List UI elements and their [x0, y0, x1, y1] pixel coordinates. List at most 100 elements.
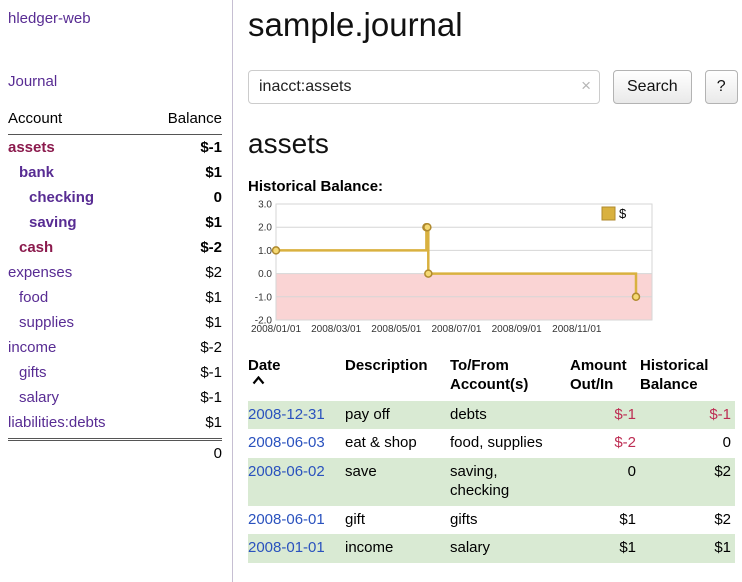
register-row: 2008-01-01 income salary $1 $1	[248, 534, 735, 563]
svg-text:2008/11/01: 2008/11/01	[552, 324, 602, 335]
page-title: sample.journal	[248, 6, 740, 44]
account-balance: $-1	[200, 389, 222, 406]
transaction-description: eat & shop	[345, 429, 450, 458]
account-row: income $-2	[8, 335, 222, 360]
sidebar-account-checking[interactable]: checking	[29, 189, 94, 206]
search-input-wrapper: ×	[248, 70, 600, 104]
account-row: assets $-1	[8, 135, 222, 160]
account-balance: $-2	[200, 339, 222, 356]
historical-column-header: Historical Balance	[640, 355, 735, 401]
register-table: Date Description To/From Account(s) Amou…	[248, 355, 735, 563]
transaction-balance: $-1	[640, 401, 735, 430]
account-heading: assets	[248, 128, 740, 160]
sidebar-account-food[interactable]: food	[19, 289, 48, 306]
register-header-row: Date Description To/From Account(s) Amou…	[248, 355, 735, 401]
help-button[interactable]: ?	[705, 70, 738, 104]
app-title-link[interactable]: hledger-web	[8, 10, 222, 27]
sidebar-account-saving[interactable]: saving	[29, 214, 77, 231]
transaction-date-link[interactable]: 2008-06-01	[248, 511, 325, 528]
description-column-header: Description	[345, 355, 450, 401]
transaction-description: income	[345, 534, 450, 563]
account-row: saving $1	[8, 210, 222, 235]
transaction-accounts: saving, checking	[450, 458, 570, 506]
transaction-accounts: salary	[450, 534, 570, 563]
account-balance: $1	[205, 289, 222, 306]
transaction-amount: $1	[570, 506, 640, 535]
sidebar-account-income[interactable]: income	[8, 339, 56, 356]
sidebar-account-supplies[interactable]: supplies	[19, 314, 74, 331]
transaction-amount: $1	[570, 534, 640, 563]
account-row: checking 0	[8, 185, 222, 210]
account-balance: $2	[205, 264, 222, 281]
sidebar-account-liabilities-debts[interactable]: liabilities:debts	[8, 414, 106, 431]
chart-title: Historical Balance:	[248, 178, 740, 195]
transaction-description: pay off	[345, 401, 450, 430]
svg-text:2.0: 2.0	[258, 223, 272, 234]
register-row: 2008-12-31 pay off debts $-1 $-1	[248, 401, 735, 430]
sidebar-account-bank[interactable]: bank	[19, 164, 54, 181]
svg-text:2008/05/01: 2008/05/01	[371, 324, 421, 335]
transaction-date-link[interactable]: 2008-06-02	[248, 463, 325, 480]
svg-text:$: $	[619, 206, 627, 221]
total-row: 0	[8, 438, 222, 462]
accounts-panel: Account Balance assets $-1 bank $1 check…	[8, 110, 222, 462]
register-row: 2008-06-01 gift gifts $1 $2	[248, 506, 735, 535]
transaction-accounts: food, supplies	[450, 429, 570, 458]
transaction-date-link[interactable]: 2008-01-01	[248, 539, 325, 556]
sidebar-account-assets[interactable]: assets	[8, 139, 55, 156]
account-balance: $-1	[200, 364, 222, 381]
transaction-amount: $-1	[570, 401, 640, 430]
transaction-accounts: gifts	[450, 506, 570, 535]
balance-column-header: Balance	[168, 110, 222, 127]
tofrom-column-header: To/From Account(s)	[450, 355, 570, 401]
transaction-balance: $2	[640, 458, 735, 506]
transaction-balance: $2	[640, 506, 735, 535]
svg-text:2008/03/01: 2008/03/01	[311, 324, 361, 335]
account-balance: $1	[205, 214, 222, 231]
svg-text:2008/01/01: 2008/01/01	[251, 324, 301, 335]
register-row: 2008-06-03 eat & shop food, supplies $-2…	[248, 429, 735, 458]
account-balance: 0	[214, 189, 222, 206]
account-row: gifts $-1	[8, 360, 222, 385]
transaction-amount: 0	[570, 458, 640, 506]
clear-search-icon[interactable]: ×	[581, 76, 591, 96]
svg-text:2008/09/01: 2008/09/01	[492, 324, 542, 335]
chevron-up-icon	[252, 376, 265, 385]
svg-text:3.0: 3.0	[258, 200, 272, 211]
search-button[interactable]: Search	[613, 70, 692, 104]
date-column-header[interactable]: Date	[248, 355, 345, 401]
transaction-balance: $1	[640, 534, 735, 563]
nav-journal-link[interactable]: Journal	[8, 73, 222, 90]
account-column-header: Account	[8, 110, 62, 127]
account-balance: $1	[205, 314, 222, 331]
svg-text:0.0: 0.0	[258, 269, 272, 280]
svg-text:-1.0: -1.0	[255, 292, 273, 303]
transaction-description: gift	[345, 506, 450, 535]
historical-balance-chart: 3.02.01.00.0-1.0-2.02008/01/012008/03/01…	[248, 199, 658, 339]
account-balance: $-2	[200, 239, 222, 256]
sidebar-account-gifts[interactable]: gifts	[19, 364, 47, 381]
account-row: expenses $2	[8, 260, 222, 285]
account-row: salary $-1	[8, 385, 222, 410]
account-row: bank $1	[8, 160, 222, 185]
accounts-header-row: Account Balance	[8, 110, 222, 135]
svg-text:2008/07/01: 2008/07/01	[431, 324, 481, 335]
sidebar-account-expenses[interactable]: expenses	[8, 264, 72, 281]
sidebar-account-salary[interactable]: salary	[19, 389, 59, 406]
register-row: 2008-06-02 save saving, checking 0 $2	[248, 458, 735, 506]
transaction-description: save	[345, 458, 450, 506]
sidebar-account-cash[interactable]: cash	[19, 239, 53, 256]
account-balance: $1	[205, 414, 222, 431]
account-row: cash $-2	[8, 235, 222, 260]
transaction-accounts: debts	[450, 401, 570, 430]
transaction-date-link[interactable]: 2008-12-31	[248, 406, 325, 423]
search-input[interactable]	[248, 70, 600, 104]
svg-text:1.0: 1.0	[258, 246, 272, 257]
account-row: food $1	[8, 285, 222, 310]
date-header-label: Date	[248, 357, 281, 374]
amount-column-header: Amount Out/In	[570, 355, 640, 401]
total-balance: 0	[214, 445, 222, 462]
sidebar: hledger-web Journal Account Balance asse…	[0, 0, 233, 582]
account-balance: $-1	[200, 139, 222, 156]
transaction-date-link[interactable]: 2008-06-03	[248, 434, 325, 451]
